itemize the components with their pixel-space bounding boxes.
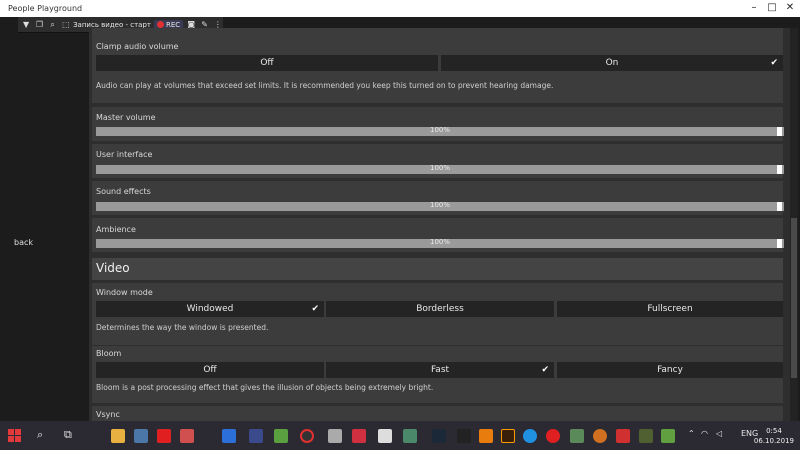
search-icon[interactable]: ⌕ [48, 19, 58, 31]
slider-handle[interactable] [777, 127, 782, 136]
app-icon[interactable] [352, 429, 366, 443]
clamp-on-option[interactable]: On ✔ [441, 55, 783, 71]
clock[interactable]: 0:54 06.10.2019 [754, 426, 794, 446]
ambience-volume-value: 100% [429, 238, 450, 246]
ui-volume-slider[interactable]: 100% [96, 164, 784, 174]
clamp-audio-description: Audio can play at volumes that exceed se… [96, 81, 554, 90]
app-icon[interactable] [274, 429, 288, 443]
sfx-volume-group: Sound effects 100% [92, 181, 784, 215]
illustrator-icon[interactable] [501, 429, 515, 443]
sfx-volume-slider[interactable]: 100% [96, 201, 784, 211]
clamp-audio-group: Clamp audio volume Off On ✔ Audio can pl… [92, 28, 783, 103]
ambience-volume-label: Ambience [96, 225, 136, 234]
window-mode-label: Window mode [96, 288, 153, 297]
app-icon[interactable] [616, 429, 630, 443]
bloom-off-option[interactable]: Off [96, 362, 324, 378]
title-bar: People Playground – □ ✕ [0, 0, 800, 17]
checkmark-icon: ✔ [541, 365, 549, 375]
window-title: People Playground [8, 4, 83, 13]
unity-icon[interactable] [457, 429, 471, 443]
ui-volume-group: User interface 100% [92, 144, 784, 178]
app-window: People Playground – □ ✕ ▼ ❐ ⌕ ⬚ Запись в… [0, 0, 800, 450]
clock-date: 06.10.2019 [753, 437, 794, 445]
vk-icon[interactable] [134, 429, 148, 443]
sfx-volume-label: Sound effects [96, 187, 151, 196]
clamp-off-option[interactable]: Off [96, 55, 438, 71]
youtube-icon[interactable] [157, 429, 171, 443]
speaker-icon[interactable]: ◁ [716, 429, 722, 438]
bloom-label: Bloom [96, 349, 122, 358]
clamp-audio-label: Clamp audio volume [96, 42, 179, 51]
bloom-description: Bloom is a post processing effect that g… [96, 383, 434, 392]
sfx-volume-value: 100% [429, 201, 450, 209]
window-mode-group: Window mode Windowed ✔ Borderless Fullsc… [92, 283, 783, 345]
windows-start-icon[interactable] [8, 429, 22, 443]
bloom-fast-option[interactable]: Fast ✔ [326, 362, 554, 378]
dropdown-arrow-icon[interactable]: ▼ [21, 19, 31, 31]
ui-volume-value: 100% [429, 164, 450, 172]
slider-handle[interactable] [777, 202, 782, 211]
clock-time: 0:54 [766, 427, 782, 435]
vsync-label: Vsync [96, 410, 120, 419]
checkmark-icon: ✔ [770, 58, 778, 68]
ambience-volume-slider[interactable]: 100% [96, 238, 784, 248]
steam-icon[interactable] [432, 429, 446, 443]
borderless-option[interactable]: Borderless [326, 301, 554, 317]
settings-panel: Clamp audio volume Off On ✔ Audio can pl… [89, 28, 790, 421]
clapperboard-icon[interactable] [378, 429, 392, 443]
ui-volume-label: User interface [96, 150, 153, 159]
windowed-option[interactable]: Windowed ✔ [96, 301, 324, 317]
app-icon[interactable] [546, 429, 560, 443]
slider-handle[interactable] [777, 239, 782, 248]
wifi-icon[interactable]: ◠ [701, 429, 708, 438]
app-icon[interactable] [593, 429, 607, 443]
blender-icon[interactable] [479, 429, 493, 443]
app-icon[interactable] [328, 429, 342, 443]
record-app-icon[interactable] [300, 429, 314, 443]
search-icon[interactable]: ⌕ [37, 428, 43, 442]
region-select-icon[interactable]: ⬚ [61, 19, 71, 31]
app-icon[interactable] [249, 429, 263, 443]
slider-handle[interactable] [777, 165, 782, 174]
app-icon[interactable] [523, 429, 537, 443]
scrollbar-thumb[interactable] [791, 218, 797, 378]
checkmark-icon: ✔ [311, 304, 319, 314]
minimize-icon[interactable]: – [747, 2, 761, 14]
app-icon[interactable] [222, 429, 236, 443]
master-volume-label: Master volume [96, 113, 156, 122]
vsync-group: Vsync [92, 406, 783, 421]
video-section-header: Video [92, 258, 783, 280]
window-mode-description: Determines the way the window is present… [96, 323, 269, 332]
task-view-icon[interactable]: ⧉ [64, 428, 72, 442]
video-section-title: Video [96, 261, 130, 275]
network-icon[interactable]: ⌃ [688, 429, 695, 438]
taskbar: ⌕ ⧉ ⌃ ◠ ◁ ENG 0:54 06.10.2019 [0, 421, 800, 450]
master-volume-group: Master volume 100% [92, 107, 784, 141]
back-button[interactable]: back [14, 238, 33, 247]
master-volume-slider[interactable]: 100% [96, 126, 784, 136]
close-icon[interactable]: ✕ [783, 2, 797, 14]
ambience-volume-group: Ambience 100% [92, 218, 784, 252]
bloom-group: Bloom Off Fast ✔ Fancy Bloom is a post p… [92, 346, 783, 403]
mail-icon[interactable] [111, 429, 125, 443]
bloom-fancy-option[interactable]: Fancy [557, 362, 783, 378]
master-volume-value: 100% [429, 126, 450, 134]
app-icon[interactable] [639, 429, 653, 443]
people-playground-icon[interactable] [403, 429, 417, 443]
app-icon[interactable] [570, 429, 584, 443]
app-icon[interactable] [180, 429, 194, 443]
window-mode-icon[interactable]: ❐ [34, 19, 44, 31]
maximize-icon[interactable]: □ [765, 2, 779, 14]
fullscreen-option[interactable]: Fullscreen [557, 301, 783, 317]
record-dot-icon [156, 21, 164, 28]
app-icon[interactable] [661, 429, 675, 443]
